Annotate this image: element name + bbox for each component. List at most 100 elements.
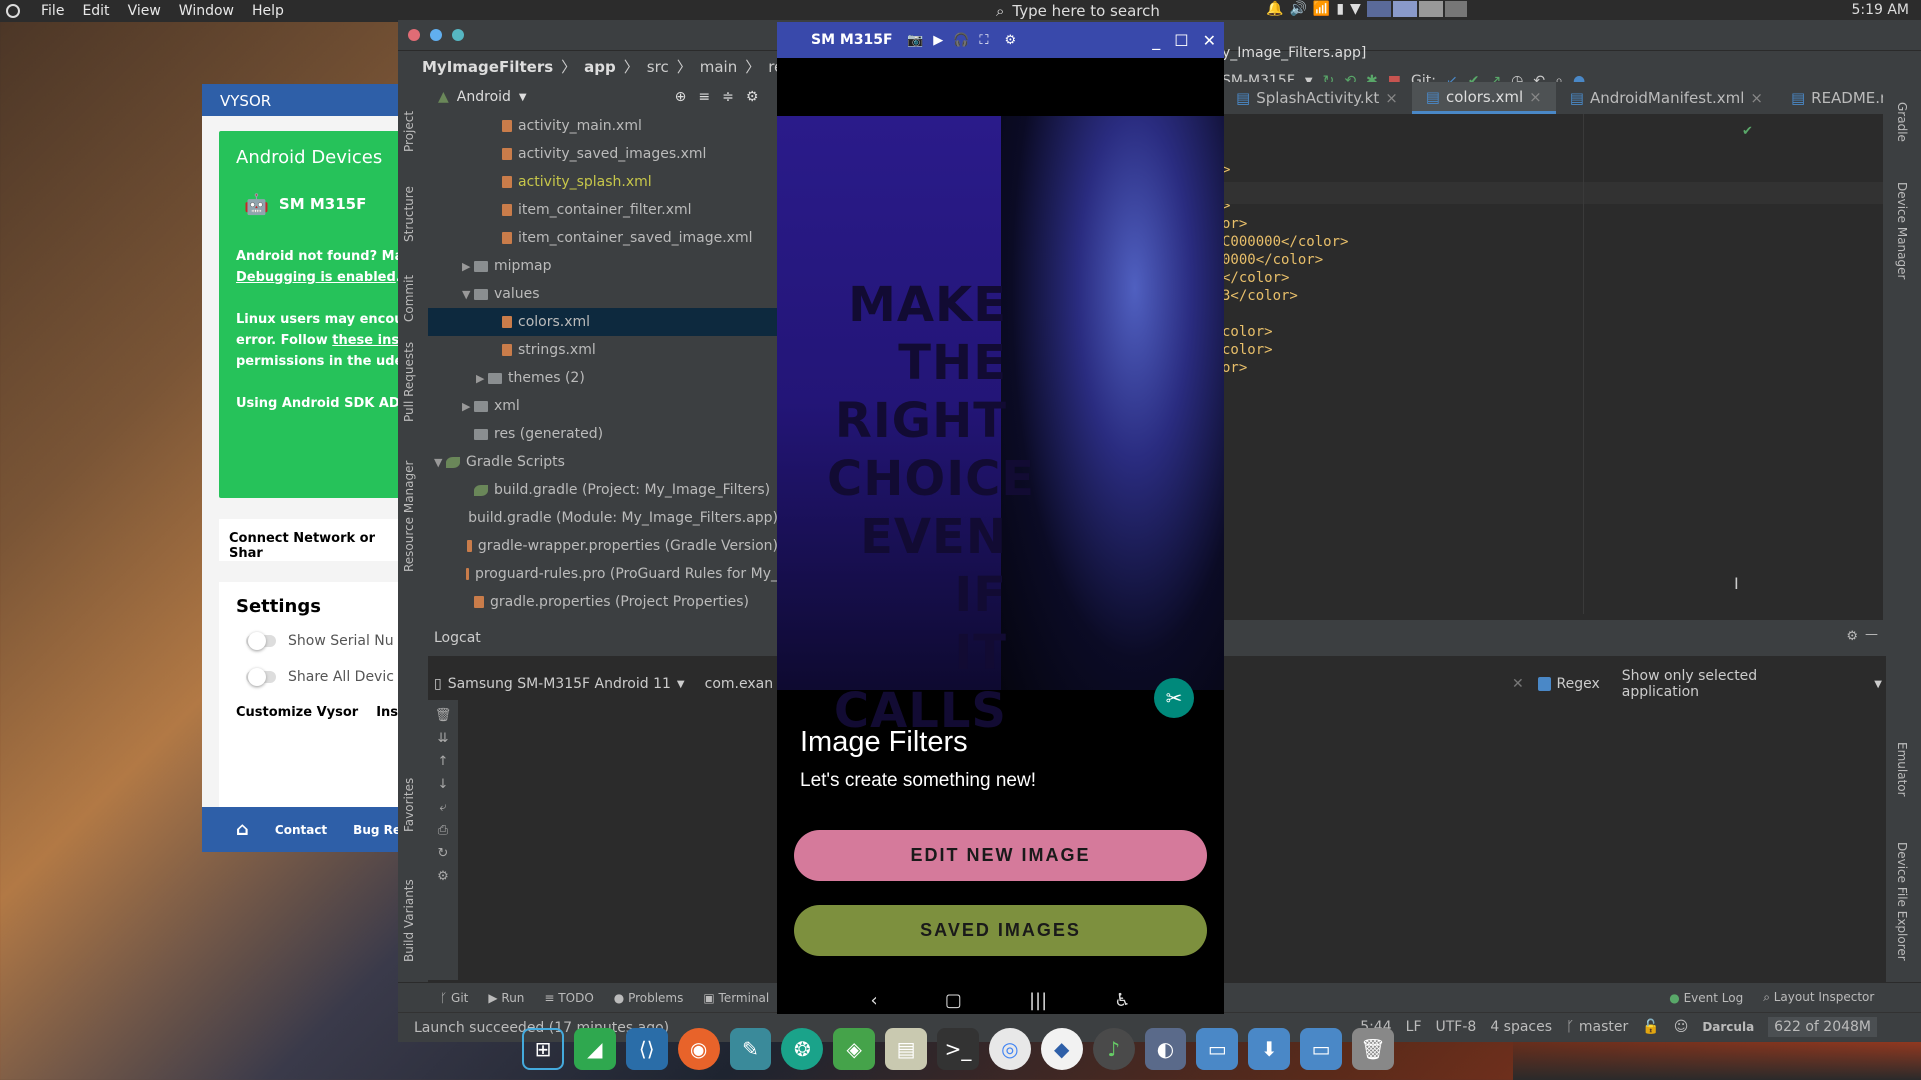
- trash-icon[interactable]: 🗑: [1352, 1028, 1394, 1070]
- terminal-tool-tab[interactable]: ▣ Terminal: [703, 991, 769, 1005]
- todo-tool-tab[interactable]: ≡ TODO: [544, 991, 593, 1005]
- contact-link[interactable]: Contact: [275, 823, 327, 837]
- breadcrumb-main[interactable]: main: [700, 58, 737, 76]
- menu-help[interactable]: Help: [243, 3, 293, 19]
- gradle-tool-tab[interactable]: Gradle: [1895, 102, 1909, 142]
- tree-item[interactable]: gradle.properties (Project Properties): [428, 588, 778, 616]
- toggle-show-serial[interactable]: Show Serial Nu: [246, 632, 402, 650]
- project-tool-tab[interactable]: Project: [402, 111, 416, 152]
- vysor-icon[interactable]: ◆: [1040, 1028, 1083, 1070]
- minimize-icon[interactable]: _: [1152, 31, 1160, 50]
- soft-wrap-icon[interactable]: ⤶: [439, 800, 446, 815]
- tree-item[interactable]: ▼ values: [428, 280, 778, 308]
- chevron-down-icon[interactable]: ▼: [1350, 1, 1361, 17]
- gear-icon[interactable]: ⚙: [1004, 33, 1016, 48]
- project-view-select[interactable]: Android: [457, 89, 511, 105]
- minimize-window-button[interactable]: [430, 29, 442, 41]
- folder-icon[interactable]: ▭: [1300, 1028, 1343, 1070]
- gear-icon[interactable]: ⚙: [746, 89, 759, 105]
- record-icon[interactable]: ▶: [933, 33, 943, 48]
- line-separator[interactable]: LF: [1406, 1019, 1422, 1035]
- downloads-folder-icon[interactable]: ⬇: [1248, 1028, 1291, 1070]
- expand-arrow-icon[interactable]: ▶: [462, 400, 474, 413]
- workspace-switcher[interactable]: [1366, 1, 1467, 17]
- device-file-explorer-tool-tab[interactable]: Device File Explorer: [1895, 842, 1909, 961]
- vscode-icon[interactable]: ⟨⟩: [625, 1028, 668, 1070]
- lock-icon[interactable]: 🔓: [1642, 1019, 1659, 1035]
- battery-icon[interactable]: ▮: [1336, 1, 1344, 17]
- print-icon[interactable]: ⎙: [438, 823, 448, 838]
- hide-panel-icon[interactable]: —: [1865, 627, 1878, 642]
- customize-vysor-button[interactable]: Customize Vysor: [236, 705, 358, 720]
- regex-checkbox[interactable]: [1537, 677, 1551, 691]
- trash-icon[interactable]: 🗑: [435, 708, 452, 723]
- music-icon[interactable]: ♪: [1092, 1028, 1135, 1070]
- system-logo-icon[interactable]: [6, 4, 20, 18]
- close-icon[interactable]: ✕: [1203, 31, 1216, 50]
- resource-manager-tool-tab[interactable]: Resource Manager: [402, 461, 416, 572]
- shutter-icon[interactable]: ❂: [781, 1028, 824, 1070]
- expand-all-icon[interactable]: ≡: [698, 89, 710, 105]
- memory-indicator[interactable]: 622 of 2048M: [1768, 1017, 1877, 1037]
- maximize-icon[interactable]: ☐: [1174, 31, 1188, 50]
- fullscreen-icon[interactable]: ⛶: [979, 33, 988, 48]
- breadcrumb-project[interactable]: MyImageFilters: [422, 58, 553, 76]
- tree-item[interactable]: ▶ themes (2): [428, 364, 778, 392]
- recents-icon[interactable]: |||: [1029, 990, 1047, 1011]
- android-studio-icon[interactable]: ✎: [729, 1028, 772, 1070]
- saved-images-button[interactable]: SAVED IMAGES: [794, 905, 1207, 956]
- toggle-share-all[interactable]: Share All Devic: [246, 668, 402, 686]
- locate-icon[interactable]: ⊕: [675, 89, 687, 105]
- chrome-icon[interactable]: ◎: [988, 1028, 1031, 1070]
- git-tool-tab[interactable]: ᚴ Git: [440, 991, 468, 1005]
- expand-arrow-icon[interactable]: ▶: [462, 260, 474, 273]
- breadcrumb-app[interactable]: app: [584, 58, 616, 76]
- firefox-icon[interactable]: ◉: [677, 1028, 720, 1070]
- clock[interactable]: 5:19 AM: [1851, 2, 1909, 18]
- tree-item[interactable]: proguard-rules.pro (ProGuard Rules for M…: [428, 560, 778, 588]
- clear-search-icon[interactable]: ✕: [1512, 676, 1524, 692]
- tools-fab-icon[interactable]: ✂: [1154, 678, 1194, 718]
- favorites-tool-tab[interactable]: Favorites: [402, 778, 416, 832]
- expand-arrow-icon[interactable]: ▼: [462, 288, 474, 301]
- connect-network-button[interactable]: Connect Network or Shar: [219, 519, 419, 561]
- tree-item[interactable]: strings.xml: [428, 336, 778, 364]
- phone-screen[interactable]: MAKE THE RIGHT CHOICE EVEN IF IT CALLS ✂…: [777, 58, 1224, 1014]
- editor-tab[interactable]: ▤ AndroidManifest.xml ×: [1556, 82, 1777, 114]
- nvidia-icon[interactable]: ◈: [833, 1028, 876, 1070]
- problems-tool-tab[interactable]: ● Problems: [614, 991, 684, 1005]
- file-encoding[interactable]: UTF-8: [1436, 1019, 1477, 1035]
- tree-item[interactable]: build.gradle (Project: My_Image_Filters): [428, 476, 778, 504]
- terminal-icon[interactable]: >_: [937, 1028, 979, 1070]
- chevron-down-icon[interactable]: ▼: [677, 679, 685, 690]
- event-log-tab[interactable]: ● Event Log: [1669, 991, 1743, 1005]
- close-window-button[interactable]: [408, 29, 420, 41]
- menu-file[interactable]: File: [32, 3, 73, 19]
- taskbar-search[interactable]: ⌕ Type here to search: [996, 0, 1256, 22]
- tree-item[interactable]: activity_splash.xml: [428, 168, 778, 196]
- home-icon[interactable]: ▢: [945, 990, 962, 1011]
- layout-inspector-tab[interactable]: ⌕ Layout Inspector: [1763, 990, 1874, 1005]
- logcat-app-filter-select[interactable]: Show only selected application: [1622, 668, 1821, 700]
- tree-item[interactable]: item_container_saved_image.xml: [428, 224, 778, 252]
- restart-icon[interactable]: ↻: [438, 846, 449, 861]
- maximize-window-button[interactable]: [452, 29, 464, 41]
- screen-recorder-icon[interactable]: ◐: [1144, 1028, 1187, 1070]
- menu-view[interactable]: View: [119, 3, 170, 19]
- emulator-tool-tab[interactable]: Emulator: [1895, 742, 1909, 797]
- theme-name[interactable]: Darcula: [1702, 1020, 1754, 1034]
- run-tool-tab[interactable]: ▶ Run: [488, 991, 524, 1005]
- debugging-link[interactable]: Debugging is enabled: [236, 270, 396, 285]
- git-branch[interactable]: ᚴ master: [1566, 1019, 1628, 1035]
- volume-icon[interactable]: 🔊: [1289, 1, 1306, 17]
- notes-icon[interactable]: ▤: [885, 1028, 928, 1070]
- breadcrumb-src[interactable]: src: [647, 58, 669, 76]
- indent-setting[interactable]: 4 spaces: [1490, 1019, 1552, 1035]
- close-tab-icon[interactable]: ×: [1529, 88, 1542, 106]
- logcat-package-select[interactable]: com.exan: [705, 676, 773, 692]
- notification-icon[interactable]: 🔔: [1266, 1, 1283, 17]
- tree-item[interactable]: ▶ mipmap: [428, 252, 778, 280]
- pull-requests-tool-tab[interactable]: Pull Requests: [402, 342, 416, 422]
- close-tab-icon[interactable]: ×: [1385, 89, 1398, 107]
- back-icon[interactable]: ‹: [871, 990, 878, 1011]
